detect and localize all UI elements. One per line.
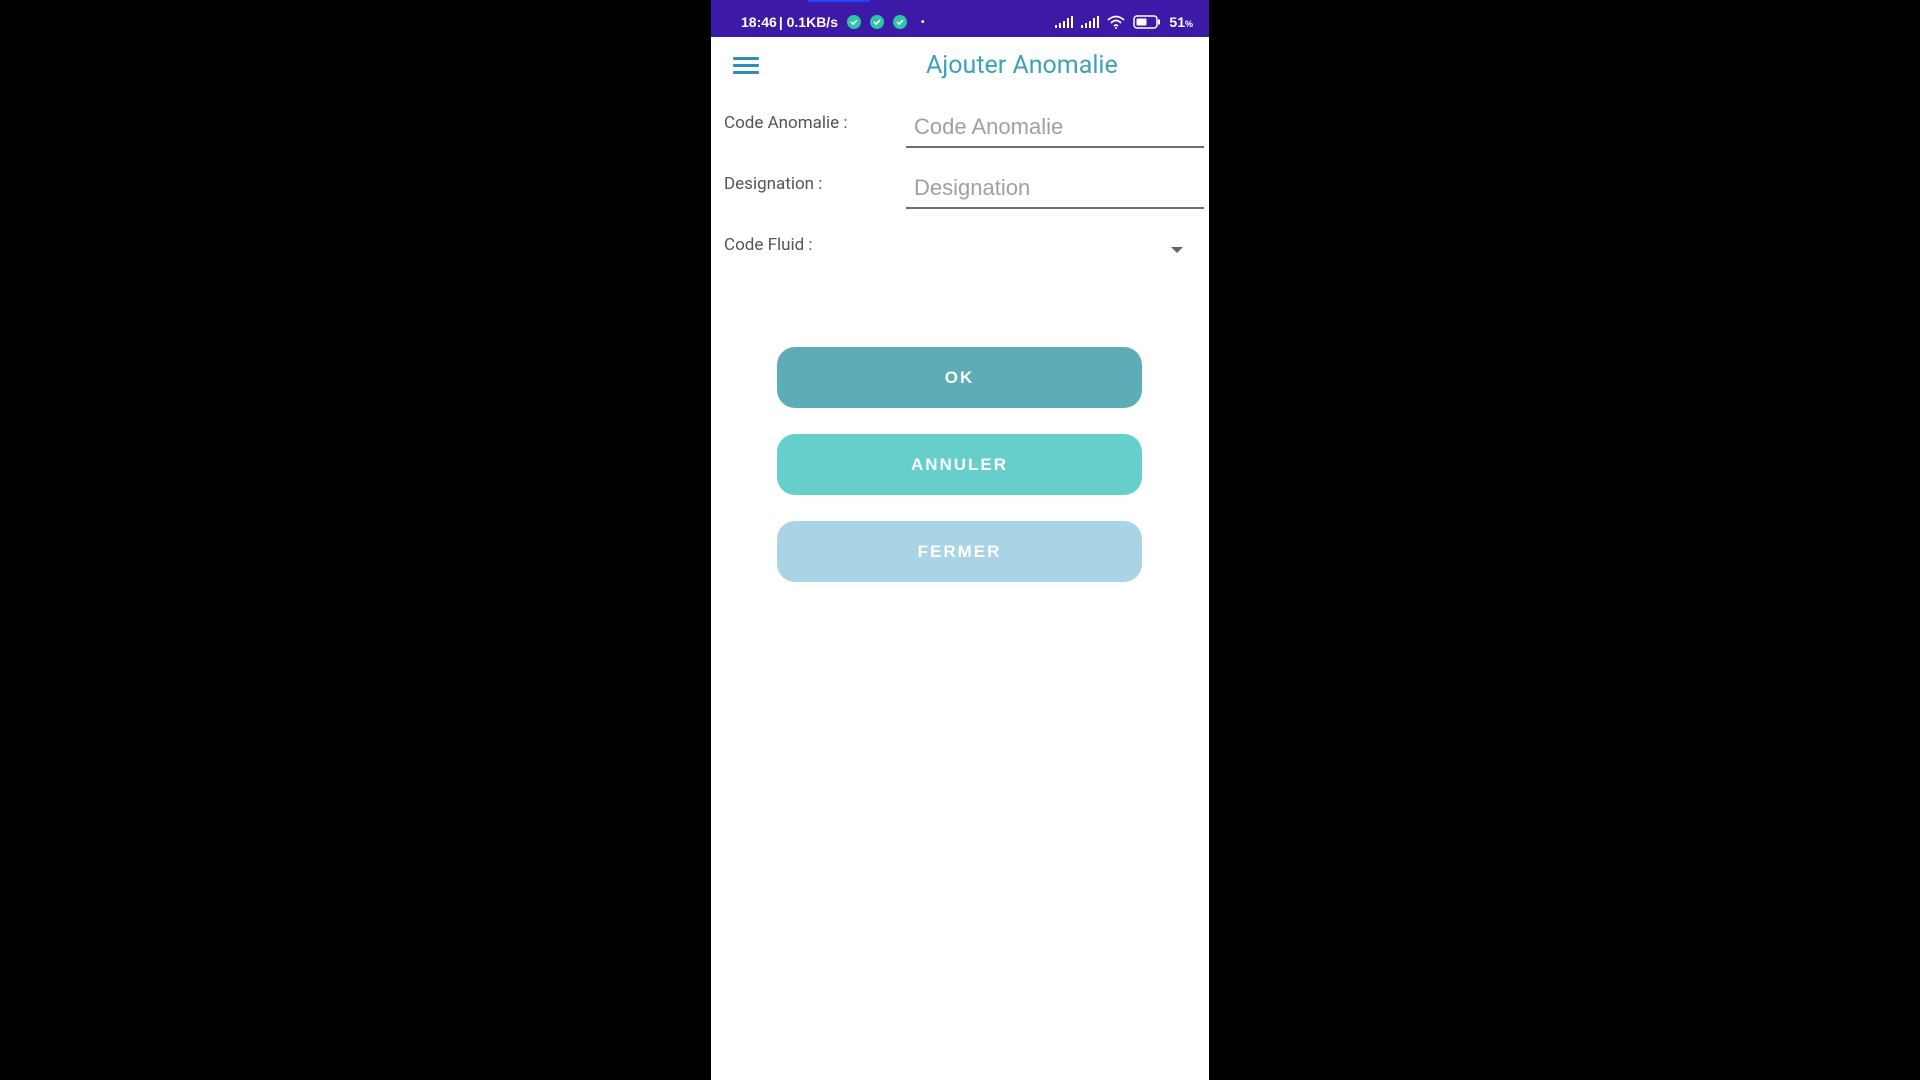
- battery-percent-unit: %: [1184, 19, 1193, 29]
- signal-icon: [1055, 16, 1074, 28]
- annuler-button[interactable]: ANNULER: [777, 434, 1142, 495]
- status-left: 18:46 | 0.1KB/s •: [741, 14, 925, 30]
- status-right: 51%: [1055, 14, 1193, 30]
- code-anomalie-label: Code Anomalie :: [724, 113, 848, 133]
- battery-percent: 51%: [1169, 14, 1193, 30]
- designation-label: Designation :: [724, 174, 823, 194]
- battery-percent-value: 51: [1169, 14, 1185, 30]
- status-time: 18:46: [741, 14, 777, 30]
- check-circle-icon: [869, 15, 884, 29]
- designation-input[interactable]: [906, 169, 1204, 209]
- wifi-icon: [1107, 15, 1125, 29]
- signal-icon: [1081, 16, 1100, 28]
- ok-button[interactable]: OK: [777, 347, 1142, 408]
- phone-screen: 18:46 | 0.1KB/s • 51% Ajouter Anomalie C…: [711, 0, 1209, 1080]
- check-circle-icon: [892, 15, 907, 29]
- battery-icon: [1133, 15, 1161, 29]
- check-circle-icon: [846, 15, 861, 29]
- hamburger-menu-icon[interactable]: [733, 57, 759, 79]
- code-fluid-label: Code Fluid :: [724, 235, 813, 255]
- status-accent-line: [808, 0, 870, 2]
- status-dot: •: [920, 16, 925, 28]
- code-fluid-dropdown-arrow-icon[interactable]: [1171, 247, 1183, 253]
- status-bar: 18:46 | 0.1KB/s • 51%: [711, 0, 1209, 37]
- code-anomalie-input[interactable]: [906, 108, 1204, 148]
- page-title: Ajouter Anomalie: [926, 51, 1118, 80]
- fermer-button[interactable]: FERMER: [777, 521, 1142, 582]
- app-bar: Ajouter Anomalie: [711, 37, 1209, 97]
- status-network-speed: | 0.1KB/s: [778, 14, 838, 30]
